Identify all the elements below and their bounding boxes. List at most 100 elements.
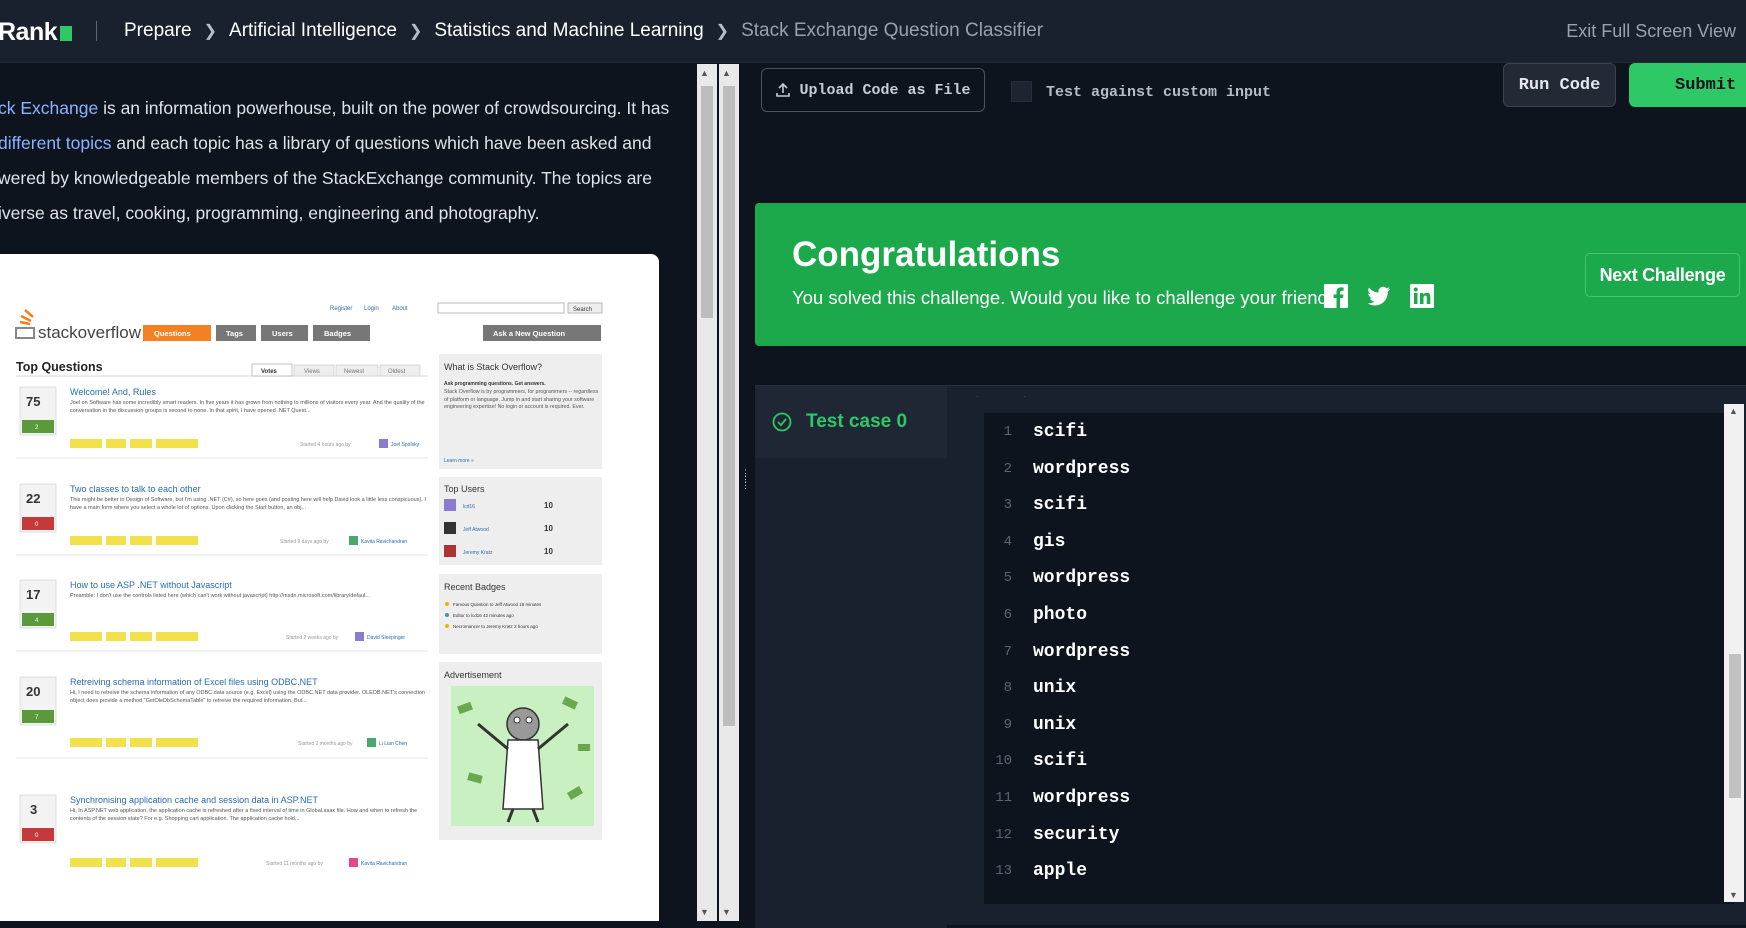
breadcrumb-prepare[interactable]: Prepare [124, 20, 192, 42]
twitter-icon[interactable] [1366, 283, 1392, 309]
preview-top-user-score: 10 [544, 547, 553, 556]
line-content: scifi [1033, 751, 1088, 772]
preview-question-title: Two classes to talk to each other [70, 484, 201, 494]
panel-resize-handle[interactable]: ⋮ ⋮ ⋮ [741, 469, 750, 512]
line-number: 7 [1003, 643, 1012, 660]
preview-question-row: 3 0 Synchronising application cache and … [19, 794, 417, 867]
page-scrollbar[interactable]: ▲ ▼ [719, 64, 739, 921]
preview-search-label: Search [573, 307, 592, 313]
output-scrollbar[interactable]: ▲ ▼ [1724, 404, 1744, 902]
exit-fullscreen-link[interactable]: Exit Full Screen View [1566, 21, 1736, 42]
preview-sidebar-about: What is Stack Overflow? Ask programming … [439, 354, 602, 469]
output-line: 12 security [984, 820, 1119, 850]
preview-nav-label: Questions [154, 329, 191, 338]
preview-question-meta: Started 11 months ago by [266, 861, 323, 867]
line-number: 2 [1003, 460, 1012, 477]
scrollbar-thumb[interactable] [723, 86, 735, 726]
output-line: 11 wordpress [984, 783, 1130, 813]
output-line: 8 unix [984, 673, 1077, 703]
preview-sort-label: Oldest [388, 369, 406, 375]
breadcrumb: Prepare ❯ Artificial Intelligence ❯ Stat… [124, 20, 1043, 42]
scrollbar-thumb[interactable] [701, 86, 713, 318]
upload-icon [776, 82, 791, 97]
different-topics-link[interactable]: different topics [0, 133, 112, 153]
breadcrumb-statistics-ml[interactable]: Statistics and Machine Learning [434, 20, 703, 42]
preview-sidebar-heading: Recent Badges [444, 582, 506, 592]
preview-badge-entry: Editor to lcd16 42 minutes ago [453, 613, 514, 618]
line-content: scifi [1033, 495, 1088, 516]
stack-exchange-link[interactable]: ck Exchange [0, 98, 98, 118]
chevron-right-icon: ❯ [715, 23, 730, 40]
output-line: 1 scifi [984, 417, 1087, 447]
scroll-down-arrow-icon[interactable]: ▼ [700, 907, 709, 917]
preview-question-user: David Sleepinger [367, 635, 405, 641]
preview-question-snippet: Joel on Software has some incredibly sma… [70, 400, 425, 414]
congratulations-message: You solved this challenge. Would you lik… [792, 287, 1348, 308]
preview-question-title: How to use ASP .NET without Javascript [70, 580, 232, 590]
scroll-up-arrow-icon[interactable]: ▲ [700, 68, 709, 78]
next-challenge-button[interactable]: Next Challenge [1585, 253, 1740, 297]
line-content: wordpress [1033, 458, 1131, 479]
preview-question-user: Li Lian Chen [379, 741, 407, 747]
preview-sort-label: Views [304, 369, 320, 375]
line-content: wordpress [1033, 641, 1131, 662]
line-content: unix [1033, 714, 1077, 735]
line-content: scifi [1033, 422, 1088, 442]
line-content: gis [1033, 531, 1066, 552]
run-code-button[interactable]: Run Code [1503, 63, 1616, 107]
line-number: 9 [1003, 716, 1012, 733]
scroll-up-arrow-icon[interactable]: ▲ [722, 68, 731, 78]
upload-code-button[interactable]: Upload Code as File [761, 68, 985, 112]
breadcrumb-artificial-intelligence[interactable]: Artificial Intelligence [229, 20, 397, 42]
check-circle-icon [772, 412, 792, 432]
output-line: 9 unix [984, 710, 1077, 740]
line-number: 4 [1003, 533, 1012, 550]
output-line: 3 scifi [984, 490, 1087, 520]
statement-text: is an information powerhouse, built on t… [98, 98, 670, 118]
test-output-box: 1 scifi 2 wordpress 3 scifi 4 gis 5 wordpress 6 pho… [984, 413, 1734, 904]
facebook-icon[interactable] [1323, 283, 1349, 309]
line-number: 5 [1003, 570, 1012, 587]
congratulations-title: Congratulations [792, 235, 1061, 274]
submit-code-button[interactable]: Submit Code [1629, 63, 1746, 107]
stackoverflow-preview-graphic: stackoverflow Register Login About Searc… [15, 302, 603, 867]
preview-about-link: About [392, 306, 408, 312]
statement-line-3: wered by knowledgeable members of the St… [0, 168, 652, 188]
preview-nav-label: Badges [324, 329, 351, 338]
test-results-panel: Test case 0 · · 1 scifi 2 wordpress 3 scifi 4 g… [755, 385, 1746, 928]
scroll-down-arrow-icon[interactable]: ▼ [722, 907, 731, 917]
preview-learn-more-link: Learn more » [444, 458, 474, 464]
preview-ask-label: Ask a New Question [493, 329, 566, 338]
line-number: 11 [995, 790, 1012, 806]
scrollbar-thumb[interactable] [1729, 654, 1741, 798]
preview-sidebar-top-users: Top Users lcd16 10 Jeff Atwood 10 Jeremy… [439, 477, 602, 565]
preview-badge-entry: Famous Question to Jeff Atwood 18 minute… [453, 602, 542, 607]
preview-sidebar-heading: Advertisement [444, 670, 502, 680]
output-header-dots: · · [976, 392, 1026, 401]
linkedin-icon[interactable] [1409, 283, 1435, 309]
preview-login-link: Login [364, 306, 379, 312]
problem-description-panel: ck Exchange is an information powerhouse… [0, 64, 697, 921]
test-case-tab[interactable]: Test case 0 [755, 386, 947, 458]
line-number: 10 [995, 753, 1012, 770]
preview-question-user: Joel Spolsky [391, 442, 420, 448]
preview-top-user-name: Jeff Atwood [463, 527, 489, 533]
custom-input-label[interactable]: Test against custom input [1046, 84, 1271, 101]
chevron-right-icon: ❯ [408, 23, 423, 40]
output-line: 2 wordpress [984, 454, 1131, 484]
preview-question-title: Retreiving schema information of Excel f… [70, 677, 318, 687]
line-number: 13 [995, 863, 1012, 880]
preview-question-user: Kavita Ravichandran [361, 539, 407, 545]
scroll-down-arrow-icon[interactable]: ▼ [1729, 890, 1738, 900]
line-number: 1 [1003, 424, 1012, 440]
statement-text: and each topic has a library of question… [111, 133, 652, 153]
output-line: 5 wordpress [984, 563, 1131, 593]
scroll-up-arrow-icon[interactable]: ▲ [1729, 406, 1738, 416]
brand-logo[interactable]: Rank [0, 18, 73, 47]
preview-top-user-score: 10 [544, 524, 553, 533]
header-divider [96, 21, 97, 41]
problem-panel-scrollbar[interactable]: ▲ ▼ [697, 64, 717, 921]
preview-question-snippet: This might be better in Design of Softwa… [70, 497, 426, 511]
custom-input-checkbox[interactable] [1011, 81, 1032, 102]
preview-question-row: 20 7 Retreiving schema information of Ex… [16, 676, 428, 759]
